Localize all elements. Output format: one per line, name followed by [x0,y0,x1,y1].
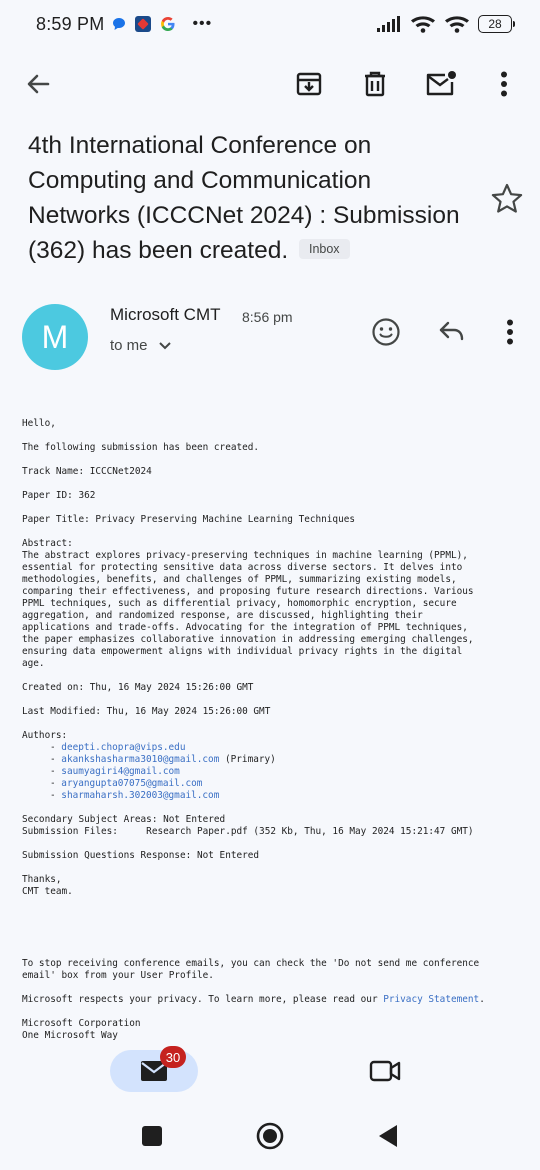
mail-tab[interactable]: 30 [110,1046,198,1092]
abstract-text: The abstract explores privacy-preserving… [22,550,474,669]
mark-unread-icon [426,71,456,96]
video-call-icon[interactable] [368,1056,402,1086]
reply-button[interactable] [434,314,470,350]
abstract-label: Abstract: [22,538,73,549]
created-on: Created on: Thu, 16 May 2024 15:26:00 GM… [22,682,254,693]
square-icon [142,1126,162,1146]
privacy-statement-link[interactable]: Privacy Statement [383,994,479,1005]
battery-level: 28 [488,17,502,31]
submission-details: Secondary Subject Areas: Not Entered Sub… [22,814,527,838]
back-button[interactable] [16,62,60,106]
status-time: 8:59 PM [36,13,105,34]
back-arrow-icon [27,74,50,94]
secondary-areas: Secondary Subject Areas: Not Entered [22,814,226,825]
author-email-link[interactable]: aryangupta07075@gmail.com [61,778,202,789]
track-name: Track Name: ICCCNet2024 [22,466,152,477]
author-item: deepti.chopra@vips.edu [50,742,527,754]
email-toolbar [0,56,540,112]
paper-id: Paper ID: 362 [22,490,96,501]
emoji-reaction-button[interactable] [368,314,404,350]
star-icon[interactable] [490,182,524,216]
archive-button[interactable] [287,62,331,106]
sender-avatar[interactable]: M [22,304,88,370]
archive-icon [296,72,322,96]
mark-unread-button[interactable] [419,62,463,106]
avatar-initial: M [41,318,69,355]
bottom-navigation: 30 [0,1040,540,1104]
authors-block: Authors: deepti.chopra@vips.edu akanksha… [22,730,527,802]
home-button[interactable] [256,1122,284,1150]
author-email-link[interactable]: sharmaharsh.302003@gmail.com [61,790,219,801]
authors-list: deepti.chopra@vips.edu akankshasharma301… [22,742,527,802]
emoji-icon [372,318,400,346]
system-back-button[interactable] [374,1122,402,1150]
inbox-label-chip[interactable]: Inbox [298,239,350,259]
delete-button[interactable] [353,62,397,106]
system-navigation-bar [0,1104,540,1170]
greeting: Hello, [22,418,56,429]
email-subject: 4th International Conference on Computin… [28,132,460,264]
authors-label: Authors: [22,730,68,741]
delete-icon [365,71,385,97]
chat-bubble-icon [113,18,126,30]
more-dots-icon: ••• [192,15,213,32]
author-email-link[interactable]: deepti.chopra@vips.edu [61,742,185,753]
notification-icons: ••• [112,15,212,33]
home-circle-icon [256,1122,284,1150]
author-item: aryangupta07075@gmail.com [50,778,527,790]
questions-response: Submission Questions Response: Not Enter… [22,850,260,861]
email-subject-area: 4th International Conference on Computin… [28,128,468,268]
intro-text: The following submission has been create… [22,442,260,453]
wifi-icon [411,16,435,33]
reply-icon [439,321,464,341]
submission-files: Submission Files: Research Paper.pdf (35… [22,826,474,837]
more-vert-icon [507,319,513,345]
author-email-link[interactable]: saumyagiri4@gmail.com [61,766,180,777]
author-item: akankshasharma3010@gmail.com (Primary) [50,754,527,766]
sent-time: 8:56 pm [242,309,293,325]
email-body: Hello, The following submission has been… [22,418,527,1040]
message-more-button[interactable] [492,314,528,350]
recents-button[interactable] [138,1122,166,1150]
unread-count-badge: 30 [160,1046,186,1068]
triangle-back-icon [379,1125,397,1147]
author-email-link[interactable]: akankshasharma3010@gmail.com [61,754,219,765]
unsubscribe-text: To stop receiving conference emails, you… [22,958,480,981]
privacy-text: Microsoft respects your privacy. To lear… [22,994,485,1005]
author-item: sharmaharsh.302003@gmail.com [50,790,527,802]
chevron-down-icon [158,341,171,349]
google-icon [161,17,175,31]
more-options-button[interactable] [482,62,526,106]
recipient-text: to me [110,337,148,354]
recipient-details-toggle[interactable]: to me [110,337,172,354]
paper-title: Paper Title: Privacy Preserving Machine … [22,514,356,525]
more-vert-icon [501,71,507,97]
company-address: Microsoft Corporation One Microsoft Way [22,1018,141,1040]
abstract-block: Abstract: The abstract explores privacy-… [22,538,527,670]
sender-name: Microsoft CMT [110,305,221,324]
battery-indicator: 28 [478,15,515,33]
wifi-icon [445,16,469,33]
app-icon [135,16,152,32]
signal-icon [377,16,400,32]
status-bar: 8:59 PM ••• 28 [0,0,540,48]
author-item: saumyagiri4@gmail.com [50,766,527,778]
signoff: Thanks, CMT team. [22,874,73,897]
last-modified: Last Modified: Thu, 16 May 2024 15:26:00… [22,706,271,717]
author-note: (Primary) [219,754,276,765]
